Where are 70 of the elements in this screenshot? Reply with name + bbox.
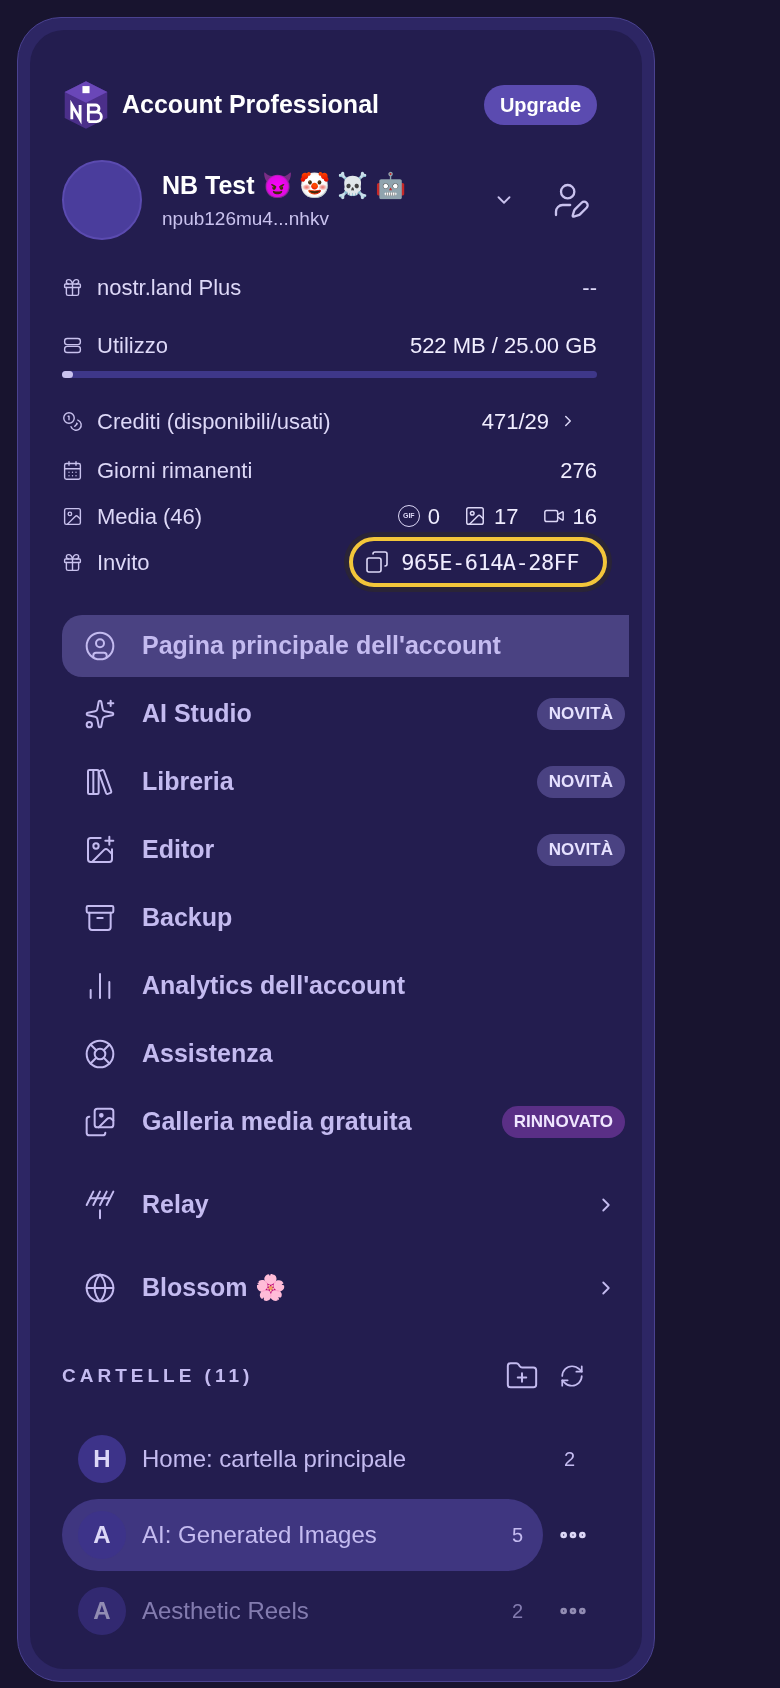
stat-label: Media (46) [97,502,203,531]
folder-item[interactable]: A AI: Generated Images 5 [62,1499,543,1571]
globe-icon [84,1272,116,1304]
stat-label: Invito [97,548,150,577]
menu-label: Backup [142,902,233,934]
menu-item[interactable]: Backup [62,887,629,949]
menu-label: Libreria [142,766,234,798]
menu-item[interactable]: Galleria media gratuita RINNOVATO [62,1091,629,1153]
image-icon [84,1106,116,1138]
profile-name: NB Test 😈 🤡 ☠ 🤖 [162,170,407,201]
folder-count: 5 [511,1523,523,1548]
antenna-icon [84,1189,116,1221]
stat-label: Giorni rimanenti [97,456,253,485]
media-count: 16 [572,502,597,531]
calendar-icon [62,459,83,481]
menu-label: Assistenza [142,1038,273,1070]
menu-badge: NOVITÀ [536,766,625,798]
image-icon [464,505,487,527]
gift-icon [62,276,83,298]
folder-count: 2 [511,1599,523,1624]
menu-label: Relay [142,1189,209,1221]
menu-label: Pagina principale dell'account [142,630,501,662]
folder-count: 2 [563,1447,575,1472]
stat-value: 522 MB / 25.00 GB [409,331,597,360]
sparkles-icon [84,698,116,730]
menu-badge: RINNOVATO [501,1106,625,1138]
coins-icon [62,410,83,432]
plan-title: Account Professional [122,89,379,121]
copy-icon [365,550,390,574]
stat-label: Crediti (disponibili/usati) [97,407,331,436]
stat-value: 276 [560,456,597,485]
menu-label: Galleria media gratuita [142,1106,412,1138]
user-circle-icon [84,630,116,662]
image-icon [62,505,83,527]
stat-label: nostr.land Plus [97,273,242,302]
folder-letter: A [78,1587,126,1635]
upgrade-button[interactable]: Upgrade [483,85,597,125]
menu-label: Blossom 🌸 [142,1272,286,1304]
stat-label: Utilizzo [97,331,168,360]
menu-badge: NOVITÀ [536,834,625,866]
gift-icon [62,551,83,573]
menu-item[interactable]: Libreria NOVITÀ [62,751,629,813]
folder-letter: H [78,1435,126,1483]
archive-icon [84,902,116,934]
folder-name: Aesthetic Reels [142,1596,309,1626]
menu-label: Analytics dell'account [142,970,405,1002]
menu-item[interactable]: AI Studio NOVITÀ [62,683,629,745]
folder-letter: A [78,1511,126,1559]
folder-name: AI: Generated Images [142,1520,377,1550]
media-count: 17 [494,502,519,531]
folder-item[interactable]: A Aesthetic Reels 2 [62,1575,543,1647]
menu-item[interactable]: Pagina principale dell'account [62,615,629,677]
media-count: 0 [427,502,441,531]
stat-value: 471/29 [481,407,549,436]
menu-badge: NOVITÀ [536,698,625,730]
menu-item[interactable]: Assistenza [62,1023,629,1085]
section-heading: CARTELLE (11) [62,1363,254,1388]
menu-item[interactable]: Analytics dell'account [62,955,629,1017]
lifebuoy-icon [84,1038,116,1070]
folder-item[interactable]: H Home: cartella principale 2 [62,1423,597,1495]
menu-item[interactable]: Blossom 🌸 [62,1257,629,1319]
folder-name: Home: cartella principale [142,1444,407,1474]
menu-item[interactable]: Relay [62,1174,629,1236]
menu-item[interactable]: Editor NOVITÀ [62,819,629,881]
refresh-icon[interactable] [559,1363,585,1389]
menu-label: AI Studio [142,698,252,730]
profile-key: npub126mu4...nhkv [162,204,407,233]
stat-value: -- [582,273,597,302]
cube-logo-icon [62,79,110,131]
menu-label: Editor [142,834,215,866]
